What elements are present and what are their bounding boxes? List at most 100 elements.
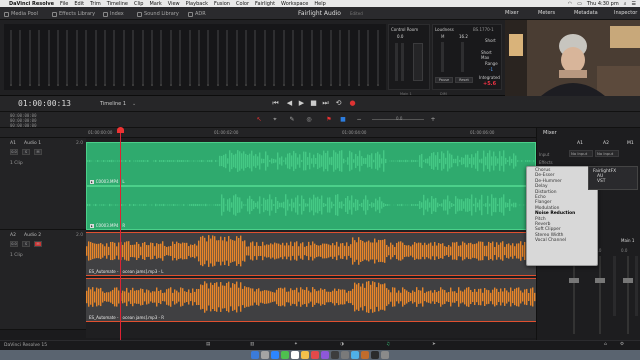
notes-icon[interactable]	[301, 351, 309, 359]
track-solo-button[interactable]: S	[22, 241, 30, 247]
track-mute-button[interactable]: M	[34, 241, 42, 247]
marker-icon[interactable]: ■	[340, 117, 346, 123]
mixer-toggle[interactable]: Mixer	[505, 10, 519, 16]
menubar-clock[interactable]: Thu 4:30 pm	[587, 1, 619, 7]
trash-icon[interactable]	[381, 351, 389, 359]
pointer-icon[interactable]: ↖	[256, 117, 262, 123]
submenu-item-vst[interactable]: VST	[593, 179, 633, 184]
fast-forward-icon[interactable]: ⏭	[322, 100, 329, 107]
spotlight-icon[interactable]: ⌕	[624, 1, 627, 7]
play-icon[interactable]: ▶	[298, 100, 305, 107]
menu-mark[interactable]: Mark	[149, 1, 161, 7]
menu-file[interactable]: File	[60, 1, 68, 7]
mixer-input-a1[interactable]: No Input	[569, 150, 593, 157]
zoom-out-icon[interactable]: −	[356, 117, 362, 123]
inspector-toggle[interactable]: Inspector	[614, 10, 637, 16]
loop-icon[interactable]: ⟲	[335, 100, 342, 107]
system-preferences-icon[interactable]	[341, 351, 349, 359]
wifi-icon[interactable]: ◠	[568, 1, 572, 7]
clip-a1-right[interactable]: ▸ C0003.MP4 - R	[86, 186, 536, 230]
edit-icon[interactable]: ✎	[289, 117, 295, 123]
edit-page-icon[interactable]: ▥	[250, 342, 254, 347]
timeline-area[interactable]: ▸ C0003.MP4 - L ▸ C0003.MP4 - R ES_Automat…	[86, 138, 536, 338]
resolve-dock-icon[interactable]	[331, 351, 339, 359]
snap-icon[interactable]: ◎	[306, 117, 312, 123]
fairlight-page-icon[interactable]: ♫	[386, 342, 390, 347]
timeline-ruler[interactable]: 01:00:00:00 01:00:02:00 01:00:04:00 01:0…	[86, 128, 536, 138]
webcam-overlay	[505, 20, 640, 96]
messages-icon[interactable]	[281, 351, 289, 359]
media-page-icon[interactable]: ▤	[206, 342, 210, 347]
menu-app-name[interactable]: DaVinci Resolve	[9, 1, 54, 7]
reverse-play-icon[interactable]: ◀	[286, 100, 293, 107]
settings-icon[interactable]: ⚙	[620, 342, 624, 347]
menu-color[interactable]: Color	[236, 1, 249, 7]
timeline-selector[interactable]: Timeline 1	[100, 101, 126, 107]
media-pool-button[interactable]: Media Pool	[4, 10, 38, 18]
control-room-fader[interactable]	[413, 43, 423, 81]
track-record-arm-button[interactable]: 0.0	[10, 241, 18, 247]
mixer-fader-a2[interactable]	[595, 278, 605, 283]
menu-clip[interactable]: Clip	[134, 1, 143, 7]
loudness-reset-button[interactable]: Reset	[455, 77, 473, 83]
menu-workspace[interactable]: Workspace	[281, 1, 308, 7]
playhead[interactable]	[120, 130, 121, 340]
flag-icon[interactable]: ⚑	[326, 117, 332, 123]
mixer-fader-a1[interactable]	[569, 278, 579, 283]
menu-fusion[interactable]: Fusion	[214, 1, 230, 7]
menu-item-vocal-channel[interactable]: Vocal Channel	[527, 238, 597, 243]
menu-timeline[interactable]: Timeline	[107, 1, 128, 7]
launchpad-icon[interactable]	[261, 351, 269, 359]
meters-toggle[interactable]: Meters	[538, 10, 555, 16]
sound-library-button[interactable]: Sound Library	[137, 10, 179, 18]
menu-view[interactable]: View	[168, 1, 180, 7]
playhead-handle[interactable]	[117, 127, 124, 133]
clip-a2-left[interactable]: ES_Automate - [ ocean jams].mp3 - L	[86, 232, 536, 276]
fusion-page-icon[interactable]: ✦	[294, 342, 298, 347]
photos-icon[interactable]	[361, 351, 369, 359]
timecode-display[interactable]: 01:00:00:13	[18, 99, 71, 108]
terminal-icon[interactable]	[371, 351, 379, 359]
track-record-arm-button[interactable]: 0.0	[10, 149, 18, 155]
track-solo-button[interactable]: S	[22, 149, 30, 155]
track-mute-button[interactable]: M	[34, 149, 42, 155]
menu-help[interactable]: Help	[314, 1, 325, 7]
mixer-channel-a1: A1	[577, 141, 583, 146]
chevron-down-icon[interactable]: ⌄	[132, 101, 136, 107]
menu-playback[interactable]: Playback	[186, 1, 208, 7]
podcasts-icon[interactable]	[321, 351, 329, 359]
record-icon[interactable]: ●	[349, 100, 356, 107]
loudness-pause-button[interactable]: Pause	[435, 77, 453, 83]
mixer-input-a2[interactable]: No Input	[595, 150, 619, 157]
music-icon[interactable]	[311, 351, 319, 359]
home-icon[interactable]: ⌂	[604, 342, 607, 347]
effects-library-button[interactable]: Effects Library	[52, 10, 95, 18]
finder-icon[interactable]	[251, 351, 259, 359]
clip-a1-left[interactable]: ▸ C0003.MP4 - L	[86, 142, 536, 186]
track-name[interactable]: Audio 1	[24, 141, 41, 146]
rewind-icon[interactable]: ⏮	[272, 100, 279, 107]
track-header-a2[interactable]: A2 Audio 2 2.0 0.0 S M 1 Clip	[0, 230, 86, 330]
menu-trim[interactable]: Trim	[90, 1, 101, 7]
meter-column	[329, 30, 332, 86]
zoom-in-icon[interactable]: +	[430, 117, 436, 123]
metadata-toggle[interactable]: Metadata	[574, 10, 598, 16]
range-select-icon[interactable]: ⌖	[272, 117, 278, 123]
stop-icon[interactable]: ■	[310, 100, 317, 107]
safari-icon[interactable]	[271, 351, 279, 359]
menu-list-icon[interactable]: ☰	[632, 1, 636, 7]
menu-fairlight[interactable]: Fairlight	[255, 1, 275, 7]
color-page-icon[interactable]: ◑	[340, 342, 344, 347]
app-store-icon[interactable]	[351, 351, 359, 359]
calendar-icon[interactable]	[291, 351, 299, 359]
control-room-meter-l	[395, 43, 398, 81]
menu-edit[interactable]: Edit	[74, 1, 84, 7]
mixer-fader-main[interactable]	[623, 278, 633, 283]
deliver-page-icon[interactable]: ➤	[432, 342, 436, 347]
clip-a2-right[interactable]: ES_Automate - [ ocean jams].mp3 - R	[86, 278, 536, 322]
track-name[interactable]: Audio 2	[24, 233, 41, 238]
battery-icon[interactable]: ▭	[577, 1, 582, 7]
index-button[interactable]: Index	[103, 10, 124, 18]
adr-button[interactable]: ADR	[188, 10, 206, 18]
track-header-a1[interactable]: A1 Audio 1 2.0 0.0 S M 1 Clip	[0, 138, 86, 230]
